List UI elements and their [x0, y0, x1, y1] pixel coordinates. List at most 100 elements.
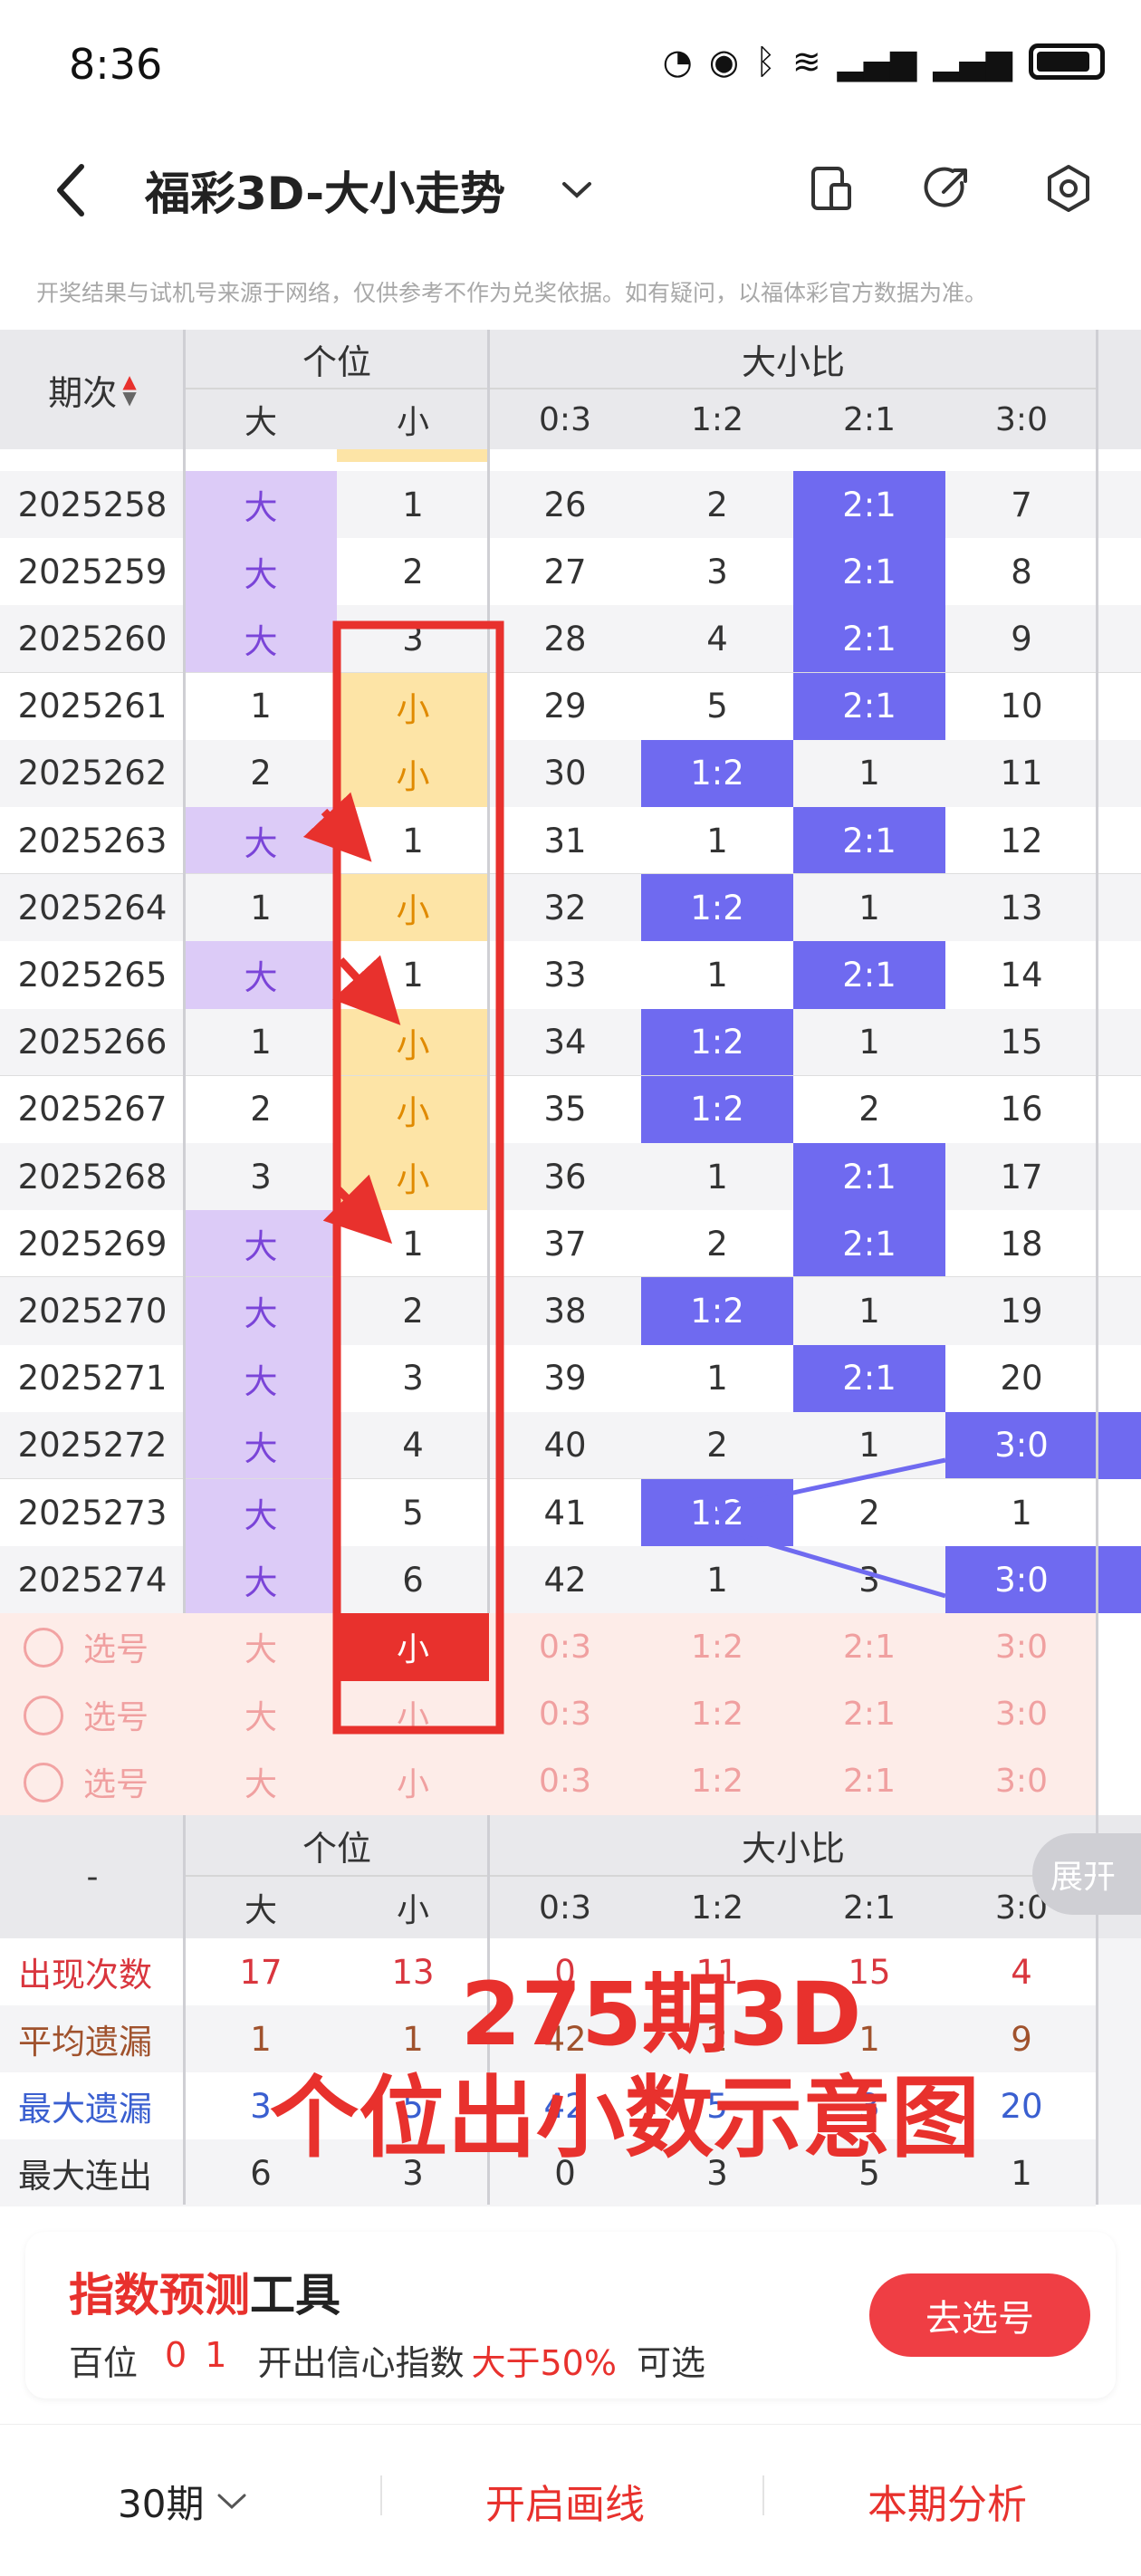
xiao-cell: 小: [337, 1143, 489, 1211]
period-header[interactable]: 期次 ▲ ▼: [0, 330, 185, 449]
period-cell: 2025271: [17, 1359, 168, 1399]
ratio-cell: 33: [543, 955, 587, 995]
notification-icon: ◔: [662, 42, 693, 82]
period-selector[interactable]: 30期: [118, 2474, 247, 2529]
ratio-cell: 12: [1000, 821, 1043, 860]
pick-label: 选号: [83, 1698, 149, 1736]
card-selectable: 可选: [636, 2343, 705, 2383]
xiao-cell: 小: [337, 739, 489, 807]
sort-icon: ▲ ▼: [122, 370, 137, 409]
da-cell: 3: [250, 1157, 272, 1197]
column-divider: [1096, 1815, 1098, 2205]
ratio-cell: 4: [706, 619, 728, 658]
column-divider: [183, 330, 186, 1815]
card-title-red: 指数预测: [69, 2269, 250, 2321]
status-bar: 8:36 ◔ ◉ ᛒ ≋ ▂▄▆ ▂▄▆: [0, 0, 1141, 136]
period-cell: 2025268: [17, 1157, 168, 1197]
period-cell: 2025270: [17, 1291, 168, 1331]
pick-cell[interactable]: 0:3: [489, 1613, 641, 1680]
ratio-cell: 3:0: [945, 1546, 1098, 1614]
page-title[interactable]: 福彩3D-大小走势: [145, 158, 505, 223]
pick-cell[interactable]: 大: [185, 1681, 337, 1748]
pick-cell[interactable]: 小: [337, 1613, 489, 1681]
column-divider: [487, 330, 490, 1815]
ratio-cell: 38: [543, 1291, 587, 1331]
ratio-cell: 1: [1011, 1493, 1032, 1533]
da-cell: 大: [185, 1479, 337, 1547]
pick-cell[interactable]: 2:1: [793, 1748, 945, 1815]
ratio-cell: 3: [706, 552, 728, 591]
pick-cell[interactable]: 1:2: [641, 1681, 793, 1748]
draw-line-button[interactable]: 开启画线: [485, 2472, 645, 2530]
chevron-down-icon: [217, 2494, 246, 2509]
pick-cell[interactable]: 0:3: [489, 1681, 641, 1748]
pick-cell[interactable]: 2:1: [793, 1613, 945, 1680]
pick-cell[interactable]: 0:3: [489, 1748, 641, 1815]
stat-label: 最大遗漏: [18, 2090, 152, 2129]
ratio-cell: 34: [543, 1023, 587, 1062]
ratio-cell: 14: [1000, 955, 1043, 995]
ratio-cell: 1: [706, 1560, 728, 1600]
pick-cell[interactable]: 大: [185, 1613, 337, 1680]
summary-column-header: 1:2: [691, 1889, 743, 1927]
ratio-cell: 42: [543, 1560, 587, 1600]
overlay-title: 275期3D: [460, 1964, 862, 2065]
pick-cell[interactable]: 小: [337, 1748, 489, 1815]
signal-icon: ▂▄▆: [837, 42, 917, 82]
period-cell: 2025260: [17, 619, 168, 658]
ratio-cell: 1:2: [641, 739, 793, 807]
pick-cell[interactable]: 1:2: [641, 1613, 793, 1680]
pick-cell[interactable]: 2:1: [793, 1681, 945, 1748]
pick-cell[interactable]: 3:0: [945, 1748, 1098, 1815]
da-cell: 大: [185, 1210, 337, 1278]
title-dropdown-button[interactable]: [561, 170, 592, 207]
da-cell: 大: [185, 1277, 337, 1345]
da-cell: 1: [250, 888, 272, 928]
pick-cell[interactable]: 3:0: [945, 1681, 1098, 1748]
xiao-cell: 3: [402, 1359, 424, 1399]
ratio-cell: 1:2: [641, 1008, 793, 1076]
ratio-cell: 31: [543, 821, 587, 860]
period-cell: 2025258: [17, 485, 168, 524]
column-header: 1:2: [691, 400, 743, 438]
share-button[interactable]: [916, 158, 978, 219]
ratio-cell: 1: [706, 1359, 728, 1399]
expand-button[interactable]: 展开: [1032, 1833, 1141, 1915]
summary-group-ones: 个位: [185, 1815, 489, 1877]
period-analysis-button[interactable]: 本期分析: [868, 2472, 1027, 2530]
pick-label: 选号: [83, 1765, 149, 1803]
group-header-ones: 个位: [185, 330, 489, 389]
settings-button[interactable]: [1038, 158, 1099, 219]
card-percent: 大于50%: [471, 2343, 617, 2383]
pick-cell[interactable]: 3:0: [945, 1613, 1098, 1680]
stat-value: 4: [1011, 1952, 1032, 1992]
pick-radio[interactable]: [24, 1762, 63, 1802]
ratio-cell: 37: [543, 1224, 587, 1264]
trend-table: 期次 ▲ ▼ 个位 大小比大小 0:3 1:2 2:1 3:0 2025258 大 1 26 2 2:1 7 2…: [0, 330, 1141, 1815]
ratio-cell: 1: [858, 754, 880, 793]
ratio-cell: 27: [543, 552, 587, 591]
battery-icon: [1029, 43, 1105, 80]
period-cell: 2025264: [17, 888, 168, 928]
ratio-cell: 1: [858, 1023, 880, 1062]
ratio-cell: 32: [543, 888, 587, 928]
da-cell: 1: [250, 1023, 272, 1062]
back-button[interactable]: [53, 161, 89, 229]
ratio-cell: 2:1: [793, 672, 945, 740]
row-peek-orange: [337, 449, 489, 462]
go-pick-button[interactable]: 去选号: [869, 2273, 1090, 2357]
da-cell: 2: [250, 754, 272, 793]
extra-column-peek: [1098, 1411, 1141, 1479]
pick-cell[interactable]: 小: [337, 1681, 489, 1748]
settings-icon: [1048, 165, 1089, 212]
da-cell: 大: [185, 1546, 337, 1614]
xiao-cell: 6: [402, 1560, 424, 1600]
da-cell: 大: [185, 1411, 337, 1479]
phone-layout-button[interactable]: [801, 158, 862, 219]
period-cell: 2025273: [17, 1493, 168, 1533]
ratio-cell: 1: [858, 1426, 880, 1466]
pick-cell[interactable]: 大: [185, 1748, 337, 1815]
pick-radio[interactable]: [24, 1695, 63, 1735]
ratio-cell: 2: [706, 1224, 728, 1264]
pick-cell[interactable]: 1:2: [641, 1748, 793, 1815]
